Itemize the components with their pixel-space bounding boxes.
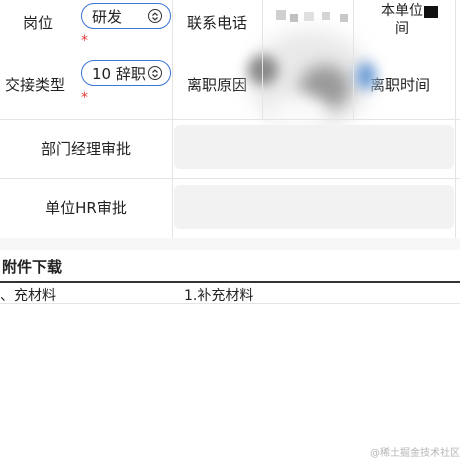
section-divider — [0, 238, 460, 250]
unit-time-label-line2: 间 — [395, 21, 409, 37]
chevron-updown-icon — [148, 9, 162, 23]
post-select-value: 研发 — [92, 7, 123, 26]
attachment-link[interactable]: 1.补充材料 — [184, 285, 253, 305]
post-select[interactable]: 研发 — [81, 3, 171, 29]
watermark: @稀土掘金技术社区 — [370, 448, 460, 459]
redaction-block — [424, 6, 438, 18]
attachments-header-rule — [0, 281, 460, 283]
handover-type-value: 10 辞职 — [92, 64, 146, 83]
post-label: 岗位 — [22, 13, 53, 32]
attachment-row-left: 、充材料 — [0, 288, 56, 304]
handover-required-mark: * — [81, 90, 88, 106]
post-required-mark: * — [81, 33, 88, 49]
dept-manager-approval-label: 部门经理审批 — [40, 140, 131, 158]
unit-hr-approval-label: 单位HR审批 — [45, 199, 127, 217]
unit-hr-approval-field[interactable] — [174, 185, 454, 229]
contact-phone-label: 联系电话 — [186, 13, 247, 32]
handover-type-label: 交接类型 — [4, 75, 65, 94]
dept-manager-approval-field[interactable] — [174, 125, 454, 169]
chevron-updown-icon — [148, 66, 162, 80]
handover-type-select[interactable]: 10 辞职 — [81, 60, 171, 86]
attachments-title: 附件下载 — [2, 258, 63, 276]
